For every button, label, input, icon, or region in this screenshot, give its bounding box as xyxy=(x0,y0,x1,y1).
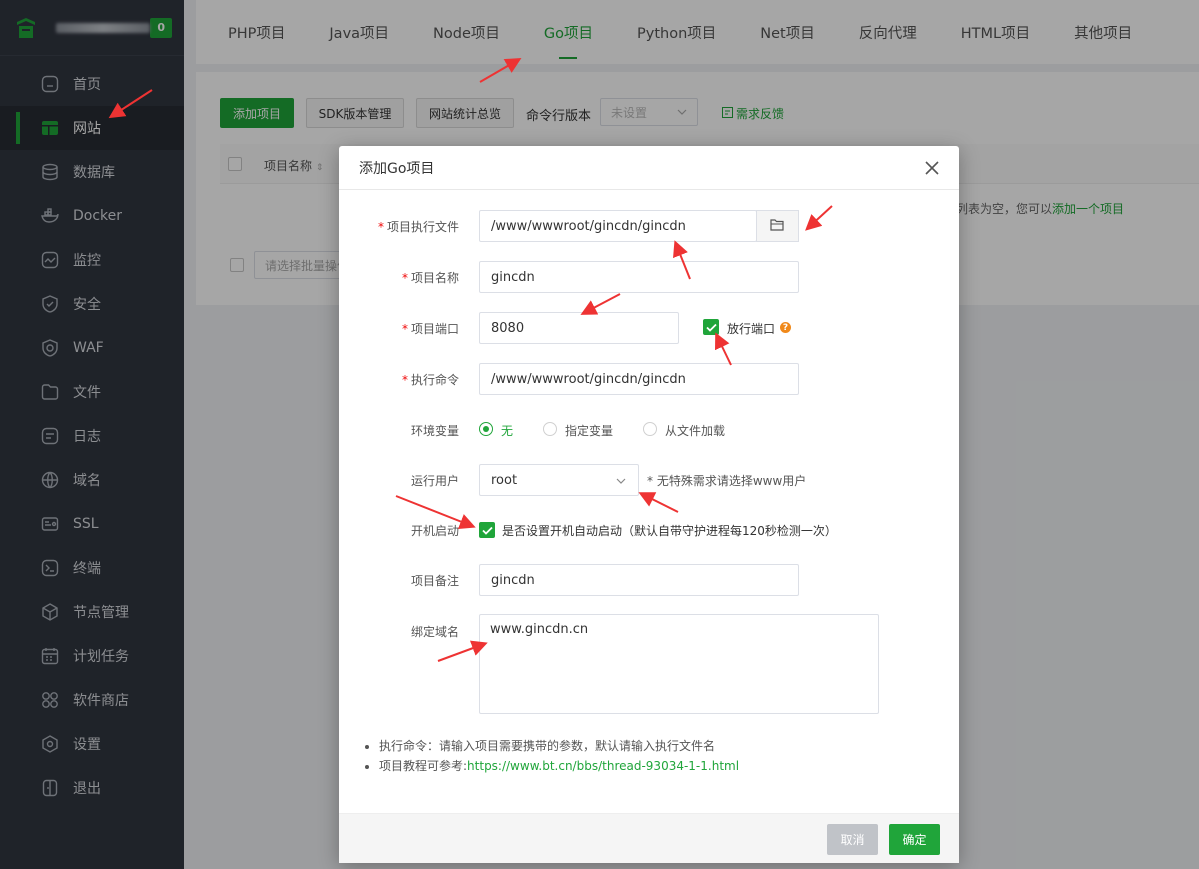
domain-textarea[interactable]: www.gincdn.cn xyxy=(479,614,879,714)
run-user-label: 运行用户 xyxy=(410,474,459,488)
confirm-button[interactable]: 确定 xyxy=(889,824,940,855)
env-none-radio[interactable] xyxy=(479,422,493,436)
autostart-checkbox[interactable] xyxy=(479,522,495,538)
command-input[interactable]: /www/wwwroot/gincdn/gincdn xyxy=(479,363,799,395)
autostart-text: 是否设置开机自动启动（默认自带守护进程每120秒检测一次） xyxy=(502,524,837,538)
exec-file-input[interactable]: /www/wwwroot/gincdn/gincdn xyxy=(479,210,757,242)
exec-file-label: * 项目执行文件 xyxy=(377,220,459,234)
open-port-checkbox[interactable] xyxy=(703,319,719,335)
remark-input[interactable]: gincdn xyxy=(479,564,799,596)
domain-label: 绑定域名 xyxy=(410,625,459,639)
env-none-label: 无 xyxy=(501,424,514,438)
tips-list: 执行命令：请输入项目需要携带的参数，默认请输入执行文件名 项目教程可参考:htt… xyxy=(363,736,739,776)
dialog-title: 添加Go项目 xyxy=(339,146,959,190)
add-go-project-dialog: 添加Go项目 * 项目执行文件 /www/wwwroot/gincdn/gincd… xyxy=(339,146,959,863)
project-name-input[interactable]: gincdn xyxy=(479,261,799,293)
cancel-button[interactable]: 取消 xyxy=(827,824,878,855)
command-label: * 执行命令 xyxy=(401,373,459,387)
tutorial-link[interactable]: https://www.bt.cn/bbs/thread-93034-1-1.h… xyxy=(467,759,739,773)
help-icon[interactable]: ? xyxy=(780,322,791,333)
env-label: 环境变量 xyxy=(410,424,459,438)
env-specify-radio[interactable] xyxy=(543,422,557,436)
tip-item: 项目教程可参考:https://www.bt.cn/bbs/thread-930… xyxy=(379,756,739,776)
run-user-select[interactable]: root xyxy=(479,464,639,496)
autostart-label: 开机启动 xyxy=(410,524,459,538)
close-icon[interactable] xyxy=(921,157,943,179)
run-user-hint: * 无特殊需求请选择www用户 xyxy=(647,474,807,488)
port-input[interactable]: 8080 xyxy=(479,312,679,344)
port-label: * 项目端口 xyxy=(401,322,459,336)
name-label: * 项目名称 xyxy=(401,271,459,285)
env-specify-label: 指定变量 xyxy=(565,424,614,438)
chevron-down-icon xyxy=(616,475,626,490)
browse-folder-button[interactable] xyxy=(756,210,799,242)
remark-label: 项目备注 xyxy=(410,574,459,588)
env-file-radio[interactable] xyxy=(643,422,657,436)
env-file-label: 从文件加载 xyxy=(665,424,726,438)
open-port-label: 放行端口 xyxy=(727,322,776,336)
folder-open-icon xyxy=(770,218,785,235)
tip-item: 执行命令：请输入项目需要携带的参数，默认请输入执行文件名 xyxy=(379,736,739,756)
dialog-footer: 取消 确定 xyxy=(339,813,959,863)
